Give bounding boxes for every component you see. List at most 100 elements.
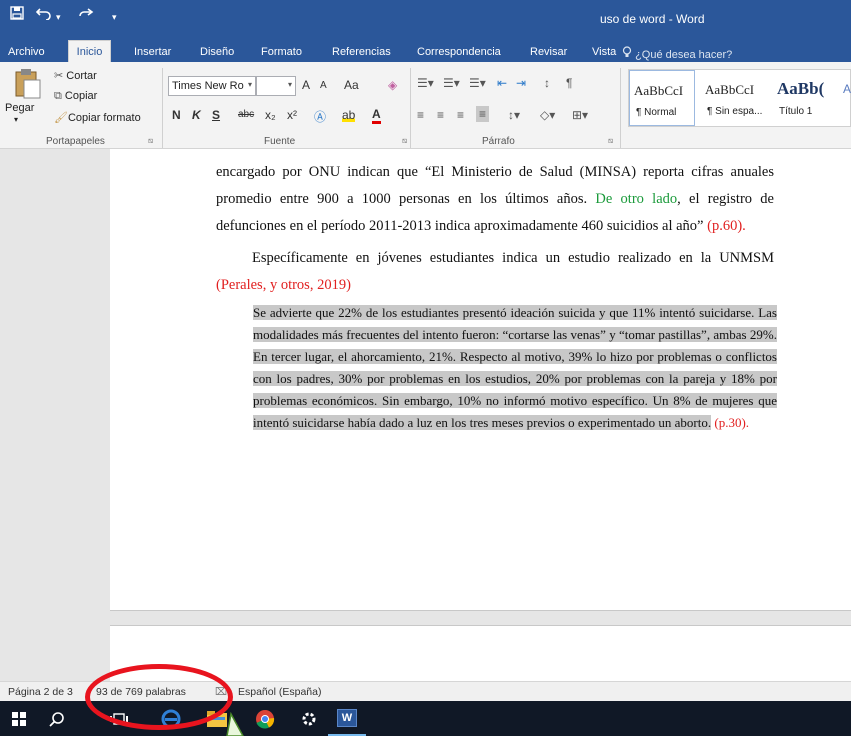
group-label-portapapeles: Portapapeles bbox=[46, 136, 105, 147]
strikethrough-button[interactable]: abc bbox=[238, 109, 254, 120]
group-label-fuente: Fuente bbox=[264, 136, 296, 147]
lightbulb-icon bbox=[622, 46, 632, 57]
scissors-icon: ✂ bbox=[54, 70, 64, 82]
bullets-icon[interactable]: ☰▾ bbox=[417, 76, 434, 90]
copy-button[interactable]: ⧉ Copiar bbox=[54, 90, 97, 103]
settings-icon[interactable] bbox=[290, 701, 328, 736]
group-label-parrafo: Párrafo bbox=[482, 136, 515, 147]
bold-button[interactable]: N bbox=[172, 108, 181, 122]
paste-button[interactable]: Pegar ▾ bbox=[5, 68, 42, 130]
align-center-icon[interactable]: ≡ bbox=[437, 108, 444, 122]
citation: (p.30). bbox=[711, 415, 750, 430]
undo-icon[interactable] bbox=[35, 6, 52, 23]
paintbrush-icon: 🖌 bbox=[54, 112, 68, 124]
shrink-font-button[interactable]: A bbox=[320, 80, 327, 91]
tab-revisar[interactable]: Revisar bbox=[530, 46, 567, 58]
multilevel-list-icon[interactable]: ☰▾ bbox=[469, 76, 486, 90]
clipboard-icon bbox=[15, 69, 41, 99]
decrease-indent-icon[interactable]: ⇤ bbox=[497, 76, 507, 90]
customize-qat-dropdown[interactable]: ▾ bbox=[112, 10, 117, 25]
copy-label: Copiar bbox=[64, 90, 98, 102]
highlight-color-icon[interactable]: ab bbox=[342, 108, 356, 122]
tell-me-label: ¿Qué desea hacer? bbox=[635, 49, 733, 61]
title-bar: ▾ ▾ uso de word - Word bbox=[0, 0, 851, 40]
tab-inicio[interactable]: Inicio bbox=[68, 40, 111, 62]
tab-archivo[interactable]: Archivo bbox=[8, 46, 45, 58]
word-icon-label: W bbox=[336, 708, 358, 727]
align-left-icon[interactable]: ≡ bbox=[417, 108, 424, 122]
align-right-icon[interactable]: ≡ bbox=[457, 108, 464, 122]
sort-icon[interactable]: ↕ bbox=[544, 76, 550, 90]
citation: (p.60). bbox=[703, 218, 746, 234]
group-separator bbox=[620, 68, 621, 148]
paste-dropdown[interactable]: ▾ bbox=[14, 115, 18, 124]
group-separator bbox=[162, 68, 163, 148]
borders-icon[interactable]: ⊞▾ bbox=[572, 108, 588, 122]
grow-font-button[interactable]: A bbox=[302, 78, 310, 92]
clipboard-launcher-icon[interactable]: ⧅ bbox=[148, 136, 153, 146]
increase-indent-icon[interactable]: ⇥ bbox=[516, 76, 526, 90]
annotation-circle bbox=[85, 664, 233, 730]
style-name: Título 1 bbox=[779, 106, 813, 117]
selected-text: Se advierte que 22% de los estudiantes p… bbox=[253, 305, 777, 430]
window-title: uso de word - Word bbox=[600, 12, 705, 26]
tab-diseno[interactable]: Diseño bbox=[200, 46, 234, 58]
annotation-arrow-icon bbox=[226, 712, 244, 736]
floppy-disk-icon[interactable] bbox=[10, 6, 24, 23]
redo-icon[interactable] bbox=[78, 6, 94, 23]
font-name-combo[interactable]: Times New Ro ▾ bbox=[168, 76, 256, 96]
style-preview: AaBbCcI bbox=[705, 82, 755, 97]
chevron-down-icon[interactable]: ▾ bbox=[248, 80, 252, 89]
tab-insertar[interactable]: Insertar bbox=[134, 46, 171, 58]
show-marks-button[interactable]: ¶ bbox=[566, 76, 572, 90]
paragraph-2-line-1[interactable]: Específicamente en jóvenes estudiantes i… bbox=[216, 245, 774, 272]
cut-button[interactable]: ✂ Cortar bbox=[54, 69, 97, 82]
word-icon[interactable]: W bbox=[328, 701, 366, 736]
paragraph-text: Específicamente en jóvenes estudiantes i… bbox=[252, 250, 774, 266]
cut-label: Cortar bbox=[66, 70, 97, 82]
change-case-button[interactable]: Aa bbox=[344, 78, 359, 92]
format-painter-label: Copiar formato bbox=[67, 112, 141, 124]
underline-button[interactable]: S bbox=[212, 108, 220, 122]
block-quote[interactable]: Se advierte que 22% de los estudiantes p… bbox=[253, 302, 777, 434]
tab-correspondencia[interactable]: Correspondencia bbox=[417, 46, 501, 58]
ribbon: Pegar ▾ ✂ Cortar ⧉ Copiar 🖌Copiar format… bbox=[0, 62, 851, 149]
numbering-icon[interactable]: ☰▾ bbox=[443, 76, 460, 90]
font-color-icon[interactable]: A bbox=[372, 108, 381, 124]
document-page-next[interactable] bbox=[110, 625, 851, 681]
tab-referencias[interactable]: Referencias bbox=[332, 46, 391, 58]
justify-icon[interactable]: ≡ bbox=[476, 106, 490, 122]
style-normal[interactable]: AaBbCcI ¶ Normal bbox=[629, 70, 695, 126]
paragraph-1[interactable]: encargado por ONU indican que “El Minist… bbox=[216, 159, 774, 240]
undo-dropdown[interactable]: ▾ bbox=[56, 10, 61, 25]
line-spacing-icon[interactable]: ↕▾ bbox=[508, 108, 520, 122]
tab-vista[interactable]: Vista bbox=[592, 46, 616, 58]
superscript-button[interactable]: x² bbox=[287, 108, 297, 122]
windows-start-icon[interactable] bbox=[0, 701, 38, 736]
page-count[interactable]: Página 2 de 3 bbox=[8, 686, 73, 698]
font-launcher-icon[interactable]: ⧅ bbox=[402, 136, 407, 146]
format-painter-button[interactable]: 🖌Copiar formato bbox=[54, 111, 141, 124]
style-heading-1[interactable]: AaBb( Título 1 bbox=[773, 70, 843, 126]
document-canvas[interactable]: encargado por ONU indican que “El Minist… bbox=[0, 149, 851, 681]
document-page[interactable]: encargado por ONU indican que “El Minist… bbox=[110, 149, 851, 611]
citation[interactable]: (Perales, y otros, 2019) bbox=[216, 272, 774, 299]
group-separator bbox=[410, 68, 411, 148]
chevron-down-icon[interactable]: ▾ bbox=[288, 80, 292, 89]
tab-formato[interactable]: Formato bbox=[261, 46, 302, 58]
style-name: ¶ Sin espa... bbox=[707, 106, 763, 117]
subscript-button[interactable]: x₂ bbox=[265, 108, 276, 122]
search-icon[interactable] bbox=[38, 701, 76, 736]
clear-formatting-icon[interactable]: ◈ bbox=[388, 78, 397, 92]
italic-button[interactable]: K bbox=[192, 108, 201, 122]
style-name: ¶ Normal bbox=[636, 107, 677, 118]
paragraph-launcher-icon[interactable]: ⧅ bbox=[608, 136, 613, 146]
ribbon-tabs: Archivo Inicio Insertar Diseño Formato R… bbox=[0, 40, 851, 62]
language[interactable]: Español (España) bbox=[238, 686, 321, 698]
font-size-combo[interactable]: ▾ bbox=[256, 76, 296, 96]
text-effects-icon[interactable]: Ⓐ bbox=[314, 108, 326, 125]
tell-me-search[interactable]: ¿Qué desea hacer? bbox=[622, 46, 732, 61]
styles-gallery: AaBbCcI ¶ Normal AaBbCcI ¶ Sin espa... A… bbox=[628, 69, 851, 127]
style-no-spacing[interactable]: AaBbCcI ¶ Sin espa... bbox=[701, 70, 767, 126]
shading-icon[interactable]: ◇▾ bbox=[540, 108, 555, 122]
